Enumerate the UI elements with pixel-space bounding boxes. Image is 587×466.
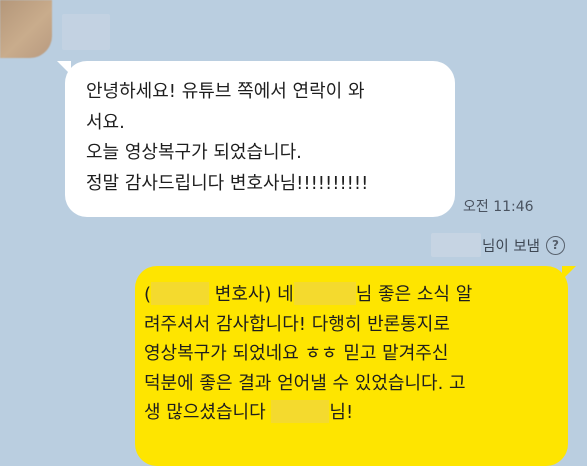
message-text-fragment: 생 많으셨습니다 xyxy=(144,402,266,423)
message-text-line: 생 많으셨습니다 님! xyxy=(144,398,568,428)
message-text-line: 오늘 영상복구가 되었습니다. xyxy=(86,142,302,163)
message-text-line: 려주셔서 감사합니다! 다행히 반론통지로 xyxy=(144,313,450,335)
message-text-fragment: ( xyxy=(144,284,152,305)
message-text-line: 덕분에 좋은 결과 얻어낼 수 있었습니다. 고 xyxy=(144,372,466,394)
message-text-fragment: 변호사) 네 xyxy=(209,284,294,305)
sent-by-name-redacted xyxy=(431,233,482,257)
message-text-line: ( 변호사) 네 님 좋은 소식 알 xyxy=(144,280,568,310)
incoming-message-bubble[interactable]: 안녕하세요! 유튜브 쪽에서 연락이 와 서요. 오늘 영상복구가 되었습니다.… xyxy=(57,61,455,217)
message-text-fragment: 님 좋은 소식 알 xyxy=(355,284,473,305)
help-icon[interactable]: ? xyxy=(546,235,565,255)
message-text-line: 정말 감사드립니다 변호사님!!!!!!!!!! xyxy=(86,172,369,194)
message-text-line: 안녕하세요! 유튜브 쪽에서 연락이 와 xyxy=(86,81,365,102)
message-text-line: 서요. xyxy=(86,111,125,133)
sender-name-redacted xyxy=(62,14,110,50)
message-text-line: 영상복구가 되었네요 ㅎㅎ 믿고 맡겨주신 xyxy=(144,343,449,364)
outgoing-message-bubble[interactable]: ( 변호사) 네님 좋은 소식 알 려주셔서 감사합니다! 다행히 반론통지로 … xyxy=(135,266,576,466)
sender-avatar[interactable] xyxy=(0,0,52,58)
sent-by-indicator: 님이 보냄 ? xyxy=(431,233,565,257)
redacted-name-block xyxy=(151,282,210,305)
redacted-name-block xyxy=(271,400,330,423)
redacted-name-block xyxy=(293,282,356,305)
message-text-fragment: 님! xyxy=(329,402,354,423)
incoming-message-timestamp: 오전 11:46 xyxy=(463,199,534,215)
sent-by-label: 님이 보냄 xyxy=(482,238,540,255)
